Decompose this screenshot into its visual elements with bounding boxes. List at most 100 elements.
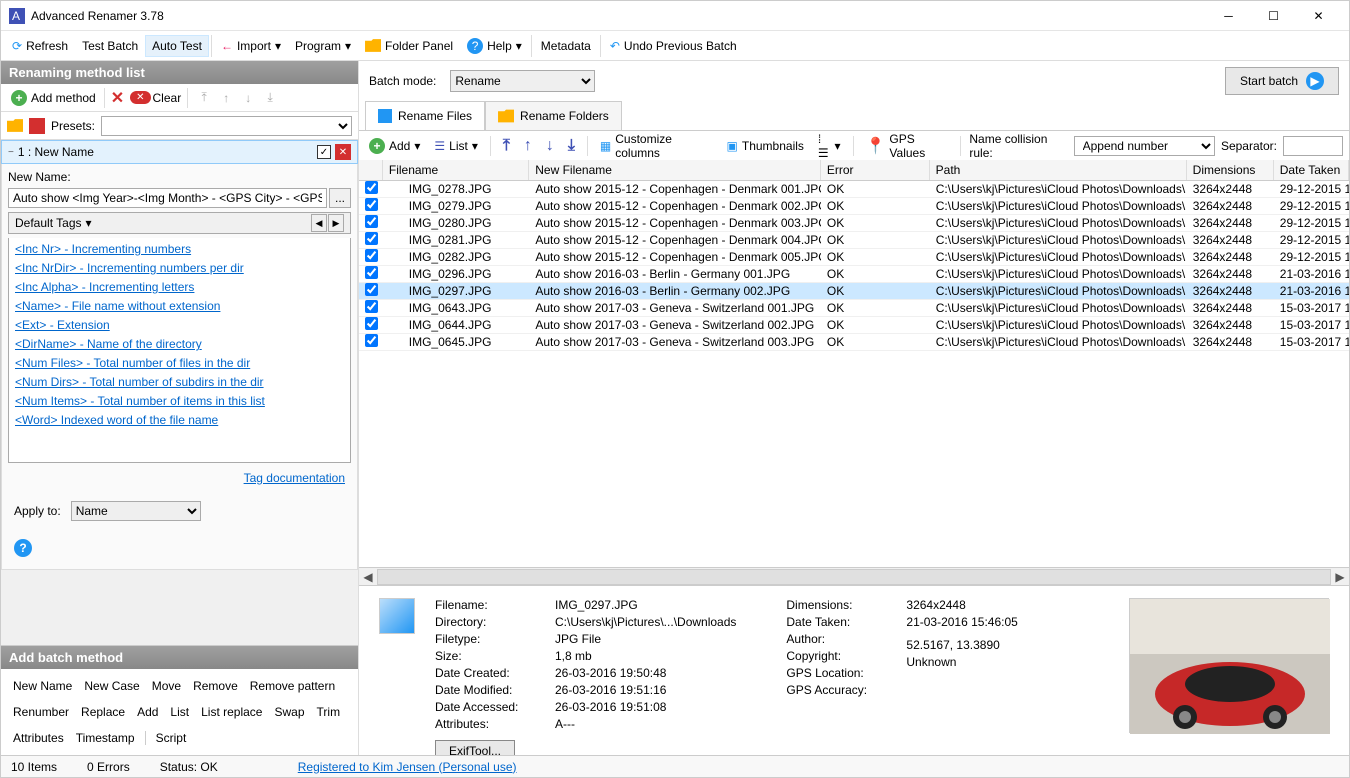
list-button[interactable]: ☰List▾ [430, 137, 481, 155]
col-error[interactable]: Error [821, 160, 930, 180]
batch-mode-select[interactable]: Rename [450, 70, 595, 92]
row-checkbox[interactable] [365, 181, 378, 194]
collapse-icon[interactable]: − [8, 147, 14, 158]
clear-button[interactable]: ✕ [130, 91, 150, 104]
test-batch-button[interactable]: Test Batch [75, 35, 145, 57]
row-checkbox[interactable] [365, 266, 378, 279]
customize-columns-button[interactable]: ▦Customize columns [596, 130, 717, 162]
batch-method-remove[interactable]: Remove [187, 675, 244, 697]
tab-rename-folders[interactable]: Rename Folders [485, 101, 622, 130]
row-checkbox[interactable] [365, 334, 378, 347]
row-checkbox[interactable] [365, 232, 378, 245]
tag-link[interactable]: <DirName> - Name of the directory [15, 337, 344, 351]
move-up-button[interactable]: ↑ [216, 88, 236, 108]
add-method-button[interactable]: +Add method [5, 88, 102, 108]
table-row[interactable]: IMG_0645.JPGAuto show 2017-03 - Geneva -… [359, 334, 1349, 351]
col-filename[interactable]: Filename [383, 160, 529, 180]
batch-method-swap[interactable]: Swap [268, 701, 310, 723]
tag-link[interactable]: <Inc NrDir> - Incrementing numbers per d… [15, 261, 344, 275]
collision-rule-select[interactable]: Append number [1074, 136, 1215, 156]
col-date-taken[interactable]: Date Taken [1274, 160, 1349, 180]
horizontal-scrollbar[interactable]: ◀▶ [359, 567, 1349, 585]
separator-input[interactable] [1283, 136, 1343, 156]
tag-next-button[interactable]: ▶ [328, 214, 344, 232]
row-checkbox[interactable] [365, 249, 378, 262]
method-help-icon[interactable]: ? [14, 539, 32, 557]
program-button[interactable]: Program▾ [288, 35, 358, 57]
column-options-button[interactable]: ⁞☰▾ [814, 130, 845, 162]
delete-method-button[interactable]: ✕ [107, 88, 128, 108]
method-enabled-checkbox[interactable]: ✓ [317, 145, 331, 159]
table-row[interactable]: IMG_0297.JPGAuto show 2016-03 - Berlin -… [359, 283, 1349, 300]
pattern-browse-button[interactable]: ... [329, 188, 351, 208]
batch-method-timestamp[interactable]: Timestamp [70, 727, 141, 749]
row-checkbox[interactable] [365, 198, 378, 211]
move-bottom-button[interactable]: ⤓ [564, 135, 579, 157]
tag-link[interactable]: <Name> - File name without extension [15, 299, 344, 313]
tab-rename-files[interactable]: Rename Files [365, 101, 485, 130]
apply-to-select[interactable]: Name [71, 501, 201, 521]
refresh-button[interactable]: ⟳Refresh [5, 35, 75, 57]
table-row[interactable]: IMG_0296.JPGAuto show 2016-03 - Berlin -… [359, 266, 1349, 283]
tag-link[interactable]: <Inc Alpha> - Incrementing letters [15, 280, 344, 294]
tag-link[interactable]: <Num Dirs> - Total number of subdirs in … [15, 375, 344, 389]
presets-combo[interactable] [101, 116, 352, 136]
maximize-button[interactable]: ☐ [1251, 2, 1296, 30]
batch-method-add[interactable]: Add [131, 701, 164, 723]
close-button[interactable]: ✕ [1296, 2, 1341, 30]
tag-link[interactable]: <Inc Nr> - Incrementing numbers [15, 242, 344, 256]
registration-link[interactable]: Registered to Kim Jensen (Personal use) [298, 760, 517, 774]
minimize-button[interactable]: ─ [1206, 2, 1251, 30]
row-checkbox[interactable] [365, 283, 378, 296]
tag-link[interactable]: <Ext> - Extension [15, 318, 344, 332]
gps-values-button[interactable]: 📍GPS Values [861, 130, 952, 162]
table-row[interactable]: IMG_0643.JPGAuto show 2017-03 - Geneva -… [359, 300, 1349, 317]
tag-link[interactable]: <Num Items> - Total number of items in t… [15, 394, 344, 408]
import-button[interactable]: ←Import▾ [214, 35, 288, 57]
move-up-button[interactable]: ↑ [520, 135, 536, 157]
col-new-filename[interactable]: New Filename [529, 160, 821, 180]
col-path[interactable]: Path [930, 160, 1187, 180]
move-bottom-button[interactable]: ⤓ [260, 88, 280, 108]
batch-method-new-name[interactable]: New Name [7, 675, 78, 697]
batch-method-replace[interactable]: Replace [75, 701, 131, 723]
batch-method-list[interactable]: List [164, 701, 195, 723]
exiftool-button[interactable]: ExifTool... [435, 740, 515, 755]
undo-button[interactable]: ↶Undo Previous Batch [603, 35, 744, 57]
table-row[interactable]: IMG_0281.JPGAuto show 2015-12 - Copenhag… [359, 232, 1349, 249]
method-close-button[interactable]: ✕ [335, 144, 351, 160]
row-checkbox[interactable] [365, 215, 378, 228]
batch-method-trim[interactable]: Trim [311, 701, 347, 723]
metadata-button[interactable]: Metadata [534, 35, 598, 57]
thumbnails-button[interactable]: ▣Thumbnails [723, 137, 808, 155]
table-row[interactable]: IMG_0282.JPGAuto show 2015-12 - Copenhag… [359, 249, 1349, 266]
tag-prev-button[interactable]: ◀ [311, 214, 327, 232]
move-down-button[interactable]: ↓ [542, 135, 558, 157]
tags-dropdown[interactable]: Default Tags▾ ◀▶ [8, 212, 351, 234]
table-row[interactable]: IMG_0280.JPGAuto show 2015-12 - Copenhag… [359, 215, 1349, 232]
start-batch-button[interactable]: Start batch ▶ [1225, 67, 1339, 95]
help-button[interactable]: ?Help▾ [460, 34, 529, 58]
batch-method-list-replace[interactable]: List replace [195, 701, 268, 723]
col-dimensions[interactable]: Dimensions [1187, 160, 1274, 180]
auto-test-button[interactable]: Auto Test [145, 35, 209, 57]
save-preset-button[interactable] [29, 118, 45, 134]
batch-method-new-case[interactable]: New Case [78, 675, 145, 697]
tag-link[interactable]: <Word> Indexed word of the file name [15, 413, 344, 427]
move-top-button[interactable]: ⤒ [194, 88, 214, 108]
table-row[interactable]: IMG_0279.JPGAuto show 2015-12 - Copenhag… [359, 198, 1349, 215]
method-title-bar[interactable]: − 1 : New Name ✓ ✕ [1, 140, 358, 164]
folder-panel-button[interactable]: Folder Panel [358, 34, 460, 58]
batch-method-script[interactable]: Script [150, 727, 193, 749]
add-files-button[interactable]: +Add▾ [365, 136, 424, 156]
row-checkbox[interactable] [365, 317, 378, 330]
batch-method-attributes[interactable]: Attributes [7, 727, 70, 749]
tag-link[interactable]: <Num Files> - Total number of files in t… [15, 356, 344, 370]
row-checkbox[interactable] [365, 300, 378, 313]
table-row[interactable]: IMG_0644.JPGAuto show 2017-03 - Geneva -… [359, 317, 1349, 334]
table-row[interactable]: IMG_0278.JPGAuto show 2015-12 - Copenhag… [359, 181, 1349, 198]
batch-method-move[interactable]: Move [146, 675, 187, 697]
open-preset-button[interactable] [7, 118, 23, 134]
tag-documentation-link[interactable]: Tag documentation [244, 471, 345, 485]
batch-method-remove-pattern[interactable]: Remove pattern [244, 675, 341, 697]
